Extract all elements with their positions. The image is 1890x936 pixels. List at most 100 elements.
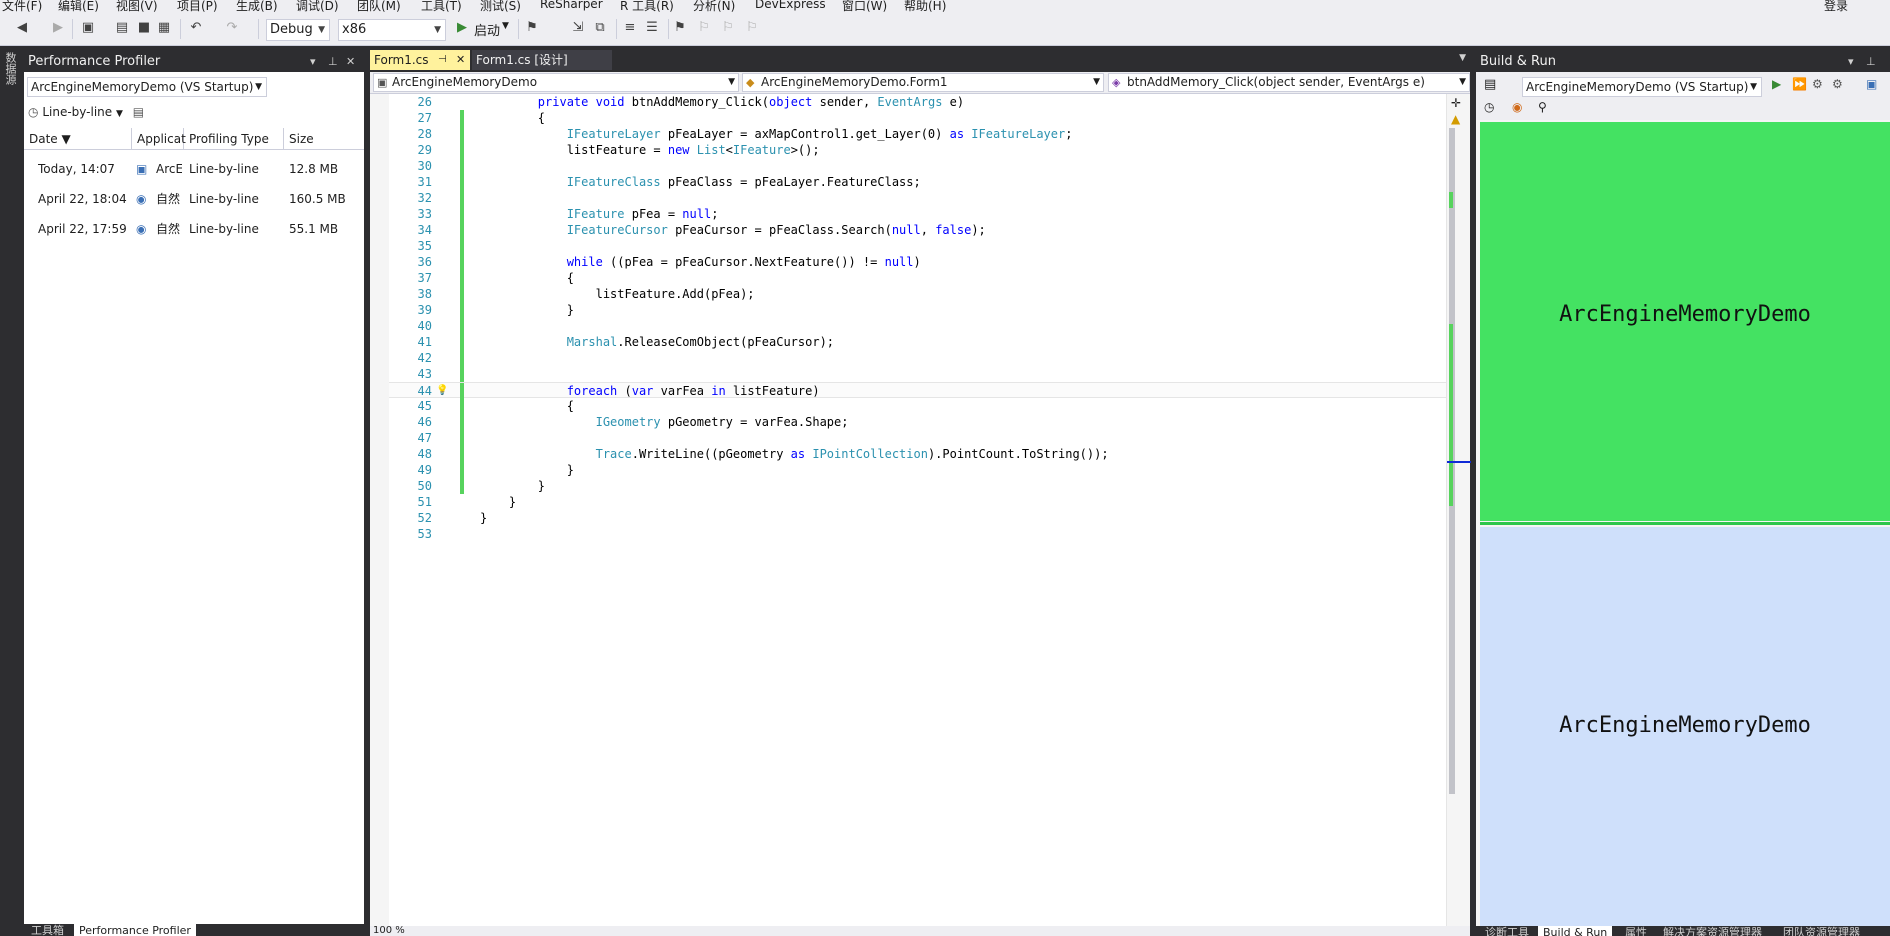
build-icon[interactable]: ▤ xyxy=(1484,77,1496,92)
tab-properties[interactable]: 属性 xyxy=(1620,926,1652,936)
column-application[interactable]: Applicat xyxy=(132,128,186,150)
menu-devexpress[interactable]: DevExpress xyxy=(755,0,826,11)
code-line[interactable]: 38 listFeature.Add(pFea); xyxy=(370,286,1446,302)
menu-tools[interactable]: 工具(T) xyxy=(421,0,462,13)
bookmark-icon[interactable]: ⚑ xyxy=(672,20,688,36)
menu-analyze[interactable]: 分析(N) xyxy=(693,0,735,13)
run-all-icon[interactable]: ⏩ xyxy=(1792,77,1807,91)
build-project-dropdown[interactable]: ArcEngineMemoryDemo (VS Startup) ▼ xyxy=(1522,77,1762,97)
configuration-dropdown[interactable]: Debug ▼ xyxy=(266,19,330,41)
tab-form1-cs[interactable]: Form1.cs ⊣ ✕ xyxy=(370,50,470,70)
code-line[interactable]: 48 Trace.WriteLine((pGeometry as IPointC… xyxy=(370,446,1446,462)
profiling-mode-dropdown[interactable]: ◷ Line-by-line ▼ ▤ xyxy=(28,103,144,121)
search-icon[interactable]: ⚲ xyxy=(1538,100,1547,114)
close-icon[interactable]: ✕ xyxy=(346,52,355,72)
code-line[interactable]: 44 foreach (var varFea in listFeature) 💡 xyxy=(370,382,1446,399)
code-line[interactable]: 45 { xyxy=(370,398,1446,414)
run-icon[interactable]: ▶ xyxy=(1772,77,1781,91)
menu-help[interactable]: 帮助(H) xyxy=(904,0,946,13)
menu-file[interactable]: 文件(F) xyxy=(2,0,42,13)
timer-icon[interactable]: ◷ xyxy=(1484,100,1494,114)
start-icon[interactable]: ▶ xyxy=(454,20,470,36)
tab-diagnostic-tools[interactable]: 诊断工具 xyxy=(1480,926,1534,936)
menu-debug[interactable]: 调试(D) xyxy=(296,0,339,13)
save-icon[interactable]: ■ xyxy=(136,20,152,36)
code-line[interactable]: 33 IFeature pFea = null; xyxy=(370,206,1446,222)
find-in-files-icon[interactable]: ⚑ xyxy=(524,20,540,36)
session-row[interactable]: Today, 14:07 ▣ ArcE Line-by-line 12.8 MB xyxy=(24,154,364,184)
undo-icon[interactable]: ↶ xyxy=(188,20,204,36)
back-icon[interactable]: ◀ xyxy=(14,20,30,36)
menu-team[interactable]: 团队(M) xyxy=(357,0,401,13)
report-icon[interactable]: ▤ xyxy=(133,105,144,119)
project-nav-dropdown[interactable]: ▣ ArcEngineMemoryDemo ▼ xyxy=(373,73,739,92)
code-line[interactable]: 47 xyxy=(370,430,1446,446)
menu-resharper[interactable]: ReSharper xyxy=(540,0,603,11)
code-line[interactable]: 26 private void btnAddMemory_Click(objec… xyxy=(370,94,1446,110)
step-icon[interactable]: ⇲ xyxy=(570,20,586,36)
settings-icon[interactable]: ⚙ xyxy=(1812,77,1823,91)
pin-icon[interactable]: ⊣ xyxy=(438,50,447,70)
member-nav-dropdown[interactable]: ◈ btnAddMemory_Click(object sender, Even… xyxy=(1108,73,1470,92)
clear-bookmarks-icon[interactable]: ⚐ xyxy=(744,20,760,36)
column-date[interactable]: Date ▼ xyxy=(24,128,132,150)
column-profiling-type[interactable]: Profiling Type xyxy=(184,128,284,150)
code-line[interactable]: 29 listFeature = new List<IFeature>(); xyxy=(370,142,1446,158)
panel-menu-icon[interactable]: ▾ xyxy=(1848,52,1854,72)
copy-icon[interactable]: ⧉ xyxy=(592,20,608,36)
zoom-status[interactable]: 100 % xyxy=(370,926,1470,936)
close-icon[interactable]: ✕ xyxy=(456,50,465,70)
code-line[interactable]: 28 IFeatureLayer pFeaLayer = axMapContro… xyxy=(370,126,1446,142)
tab-overflow-icon[interactable]: ▼ xyxy=(1459,53,1466,63)
profiler-project-dropdown[interactable]: ArcEngineMemoryDemo (VS Startup) ▼ xyxy=(27,77,267,97)
tab-build-run[interactable]: Build & Run xyxy=(1538,926,1613,936)
start-button[interactable]: 启动 xyxy=(474,20,500,39)
split-icon[interactable]: ✛ xyxy=(1451,96,1461,110)
panel-menu-icon[interactable]: ▾ xyxy=(310,52,316,72)
code-line[interactable]: 51 } xyxy=(370,494,1446,510)
save-all-icon[interactable]: ▦ xyxy=(156,20,172,36)
menu-r-tools[interactable]: R 工具(R) xyxy=(620,0,674,13)
code-editor[interactable]: 26 private void btnAddMemory_Click(objec… xyxy=(370,94,1470,926)
tab-team-explorer[interactable]: 团队资源管理器 xyxy=(1778,926,1865,936)
session-row[interactable]: April 22, 17:59 ◉ 自然 Line-by-line 55.1 M… xyxy=(24,214,364,244)
code-line[interactable]: 31 IFeatureClass pFeaClass = pFeaLayer.F… xyxy=(370,174,1446,190)
tab-performance-profiler[interactable]: Performance Profiler xyxy=(74,924,196,936)
code-line[interactable]: 40 xyxy=(370,318,1446,334)
menu-test[interactable]: 测试(S) xyxy=(480,0,521,13)
menu-project[interactable]: 项目(P) xyxy=(177,0,218,13)
code-line[interactable]: 37 { xyxy=(370,270,1446,286)
column-size[interactable]: Size xyxy=(284,128,364,150)
redo-icon[interactable]: ↷ xyxy=(224,20,240,36)
code-line[interactable]: 32 xyxy=(370,190,1446,206)
menu-window[interactable]: 窗口(W) xyxy=(842,0,887,13)
session-row[interactable]: April 22, 18:04 ◉ 自然 Line-by-line 160.5 … xyxy=(24,184,364,214)
code-line[interactable]: 27 { xyxy=(370,110,1446,126)
pin-icon[interactable]: ⊥ xyxy=(1866,52,1876,72)
tab-solution-explorer[interactable]: 解决方案资源管理器 xyxy=(1658,926,1767,936)
options-icon[interactable]: ⚙ xyxy=(1832,77,1843,91)
new-project-icon[interactable]: ▣ xyxy=(80,20,96,36)
code-line[interactable]: 50 } xyxy=(370,478,1446,494)
code-line[interactable]: 42 xyxy=(370,350,1446,366)
code-line[interactable]: 49 } xyxy=(370,462,1446,478)
open-file-icon[interactable]: ▤ xyxy=(114,20,130,36)
code-line[interactable]: 43 xyxy=(370,366,1446,382)
next-bookmark-icon[interactable]: ⚐ xyxy=(720,20,736,36)
code-line[interactable]: 52} xyxy=(370,510,1446,526)
code-line[interactable]: 35 xyxy=(370,238,1446,254)
menu-build[interactable]: 生成(B) xyxy=(236,0,278,13)
tab-toolbox[interactable]: 工具箱 xyxy=(26,924,69,936)
code-line[interactable]: 30 xyxy=(370,158,1446,174)
platform-dropdown[interactable]: x86 ▼ xyxy=(338,19,446,41)
menu-view[interactable]: 视图(V) xyxy=(116,0,158,13)
prev-bookmark-icon[interactable]: ⚐ xyxy=(696,20,712,36)
menu-edit[interactable]: 编辑(E) xyxy=(58,0,99,13)
code-line[interactable]: 53 xyxy=(370,526,1446,542)
start-dropdown-icon[interactable]: ▼ xyxy=(502,21,509,31)
forward-icon[interactable]: ▶ xyxy=(50,20,66,36)
tab-form1-designer[interactable]: Form1.cs [设计] xyxy=(472,50,612,70)
comment-icon[interactable]: ☰ xyxy=(644,20,660,36)
data-sources-tab[interactable]: 数据源 xyxy=(4,52,18,85)
indent-icon[interactable]: ≡ xyxy=(622,20,638,36)
